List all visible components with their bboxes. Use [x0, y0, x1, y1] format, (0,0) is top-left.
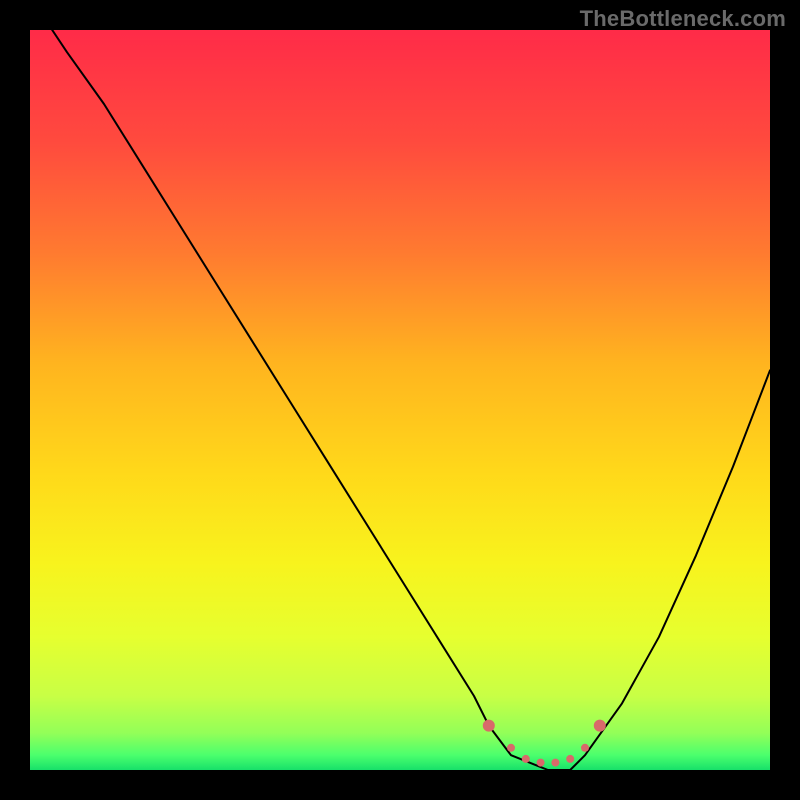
sweet-spot-marker: [581, 744, 589, 752]
sweet-spot-marker: [566, 755, 574, 763]
watermark-text: TheBottleneck.com: [580, 6, 786, 32]
sweet-spot-marker: [507, 744, 515, 752]
gradient-background: [30, 30, 770, 770]
sweet-spot-marker: [551, 759, 559, 767]
sweet-spot-marker: [594, 720, 606, 732]
bottleneck-chart: [30, 30, 770, 770]
sweet-spot-marker: [522, 755, 530, 763]
chart-container: TheBottleneck.com: [0, 0, 800, 800]
sweet-spot-marker: [483, 720, 495, 732]
sweet-spot-marker: [537, 759, 545, 767]
